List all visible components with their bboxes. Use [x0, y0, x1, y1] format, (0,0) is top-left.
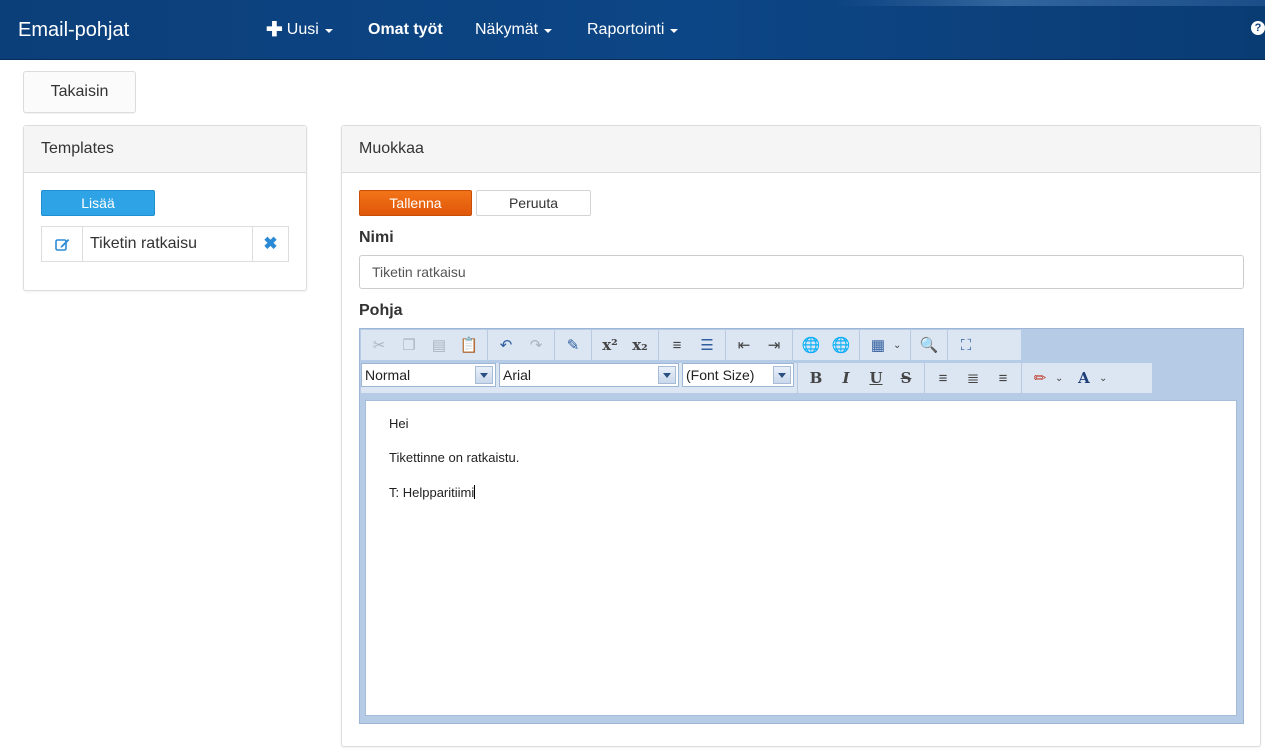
- subscript-icon[interactable]: x₂: [625, 332, 655, 358]
- editor-toolbar-row-1: ✂ ❐ ▤ 📋 ↶ ↷ ✎ x² x₂ ≡ ☰ ⇤ ⇥ 🌐 🌐 ▦ ⌄ 🔍 ⛶: [361, 330, 1021, 360]
- align-center-icon[interactable]: ≣: [958, 365, 988, 391]
- editor-line-last: T: Helpparitiimi: [389, 485, 1213, 500]
- top-navbar: Email-pohjat ✚ Uusi Omat työt Näkymät Ra…: [0, 0, 1265, 60]
- italic-button[interactable]: I: [831, 365, 861, 391]
- format-select-value: Normal: [365, 367, 411, 383]
- nav-my-work-label: Omat työt: [368, 21, 443, 38]
- nav-new-label: Uusi: [286, 21, 319, 38]
- edit-icon: [54, 239, 69, 251]
- templates-panel-title: Templates: [24, 126, 306, 173]
- copy-icon[interactable]: ❐: [394, 332, 424, 358]
- editor-line: Hei: [389, 416, 409, 431]
- nav-views-menu[interactable]: Näkymät: [475, 21, 553, 39]
- edit-panel-title: Muokkaa: [342, 126, 1260, 173]
- templates-panel: Templates Lisää Tiketin ratkaisu ✖: [23, 125, 307, 291]
- font-color-icon[interactable]: A: [1069, 365, 1099, 391]
- dropdown-arrow-icon: [475, 366, 493, 384]
- add-template-button[interactable]: Lisää: [41, 190, 155, 216]
- indent-icon[interactable]: ⇥: [759, 332, 789, 358]
- rich-text-editor: ✂ ❐ ▤ 📋 ↶ ↷ ✎ x² x₂ ≡ ☰ ⇤ ⇥ 🌐 🌐 ▦ ⌄ 🔍 ⛶ …: [359, 328, 1244, 724]
- undo-icon[interactable]: ↶: [491, 332, 521, 358]
- strikethrough-button[interactable]: S: [891, 365, 921, 391]
- editor-toolbar-row-2: Normal Arial (Font Size) B I U S ≡ ≣ ≡ ✏…: [361, 363, 1152, 393]
- fullscreen-icon[interactable]: ⛶: [951, 332, 981, 358]
- editor-line: Tikettinne on ratkaistu.: [389, 450, 520, 465]
- nav-reporting-label: Raportointi: [587, 21, 665, 38]
- name-field[interactable]: [359, 255, 1244, 289]
- navbar-decoration: [835, 0, 1265, 6]
- paste-word-icon[interactable]: 📋: [454, 332, 484, 358]
- ordered-list-icon[interactable]: ≡: [662, 332, 692, 358]
- find-icon[interactable]: 🔍: [914, 332, 944, 358]
- dropdown-arrow-icon: [658, 366, 676, 384]
- font-size-select-value: (Font Size): [686, 367, 755, 383]
- underline-button[interactable]: U: [861, 365, 891, 391]
- paste-icon[interactable]: ▤: [424, 332, 454, 358]
- table-icon[interactable]: ▦: [863, 332, 893, 358]
- format-select[interactable]: Normal: [361, 363, 496, 387]
- unordered-list-icon[interactable]: ☰: [692, 332, 722, 358]
- app-title[interactable]: Email-pohjat: [18, 19, 129, 42]
- edit-panel: Muokkaa Tallenna Peruuta Nimi Pohja ✂ ❐ …: [341, 125, 1261, 747]
- caret-down-icon: [324, 29, 333, 33]
- cut-icon[interactable]: ✂: [364, 332, 394, 358]
- nav-views-label: Näkymät: [475, 21, 539, 38]
- delete-template-button[interactable]: ✖: [252, 227, 288, 261]
- caret-down-icon: [670, 29, 679, 33]
- close-icon: ✖: [263, 234, 278, 253]
- nav-new-menu[interactable]: ✚ Uusi: [266, 19, 333, 41]
- font-select-value: Arial: [503, 367, 532, 383]
- font-size-select[interactable]: (Font Size): [682, 363, 794, 387]
- template-name[interactable]: Tiketin ratkaisu: [83, 227, 252, 261]
- insert-link-icon[interactable]: 🌐: [796, 332, 826, 358]
- cancel-button[interactable]: Peruuta: [476, 190, 591, 216]
- editor-line: T: Helpparitiimi: [389, 485, 475, 500]
- editor-content-area[interactable]: Hei Tikettinne on ratkaistu. T: Helppari…: [365, 400, 1237, 716]
- chevron-down-icon[interactable]: ⌄: [1099, 373, 1113, 384]
- dropdown-arrow-icon: [773, 366, 791, 384]
- caret-down-icon: [544, 29, 553, 33]
- bold-button[interactable]: B: [801, 365, 831, 391]
- align-left-icon[interactable]: ≡: [928, 365, 958, 391]
- redo-icon[interactable]: ↷: [521, 332, 551, 358]
- remove-link-icon[interactable]: 🌐: [826, 332, 856, 358]
- spellcheck-icon[interactable]: ✎: [558, 332, 588, 358]
- chevron-down-icon[interactable]: ⌄: [893, 340, 907, 351]
- name-label: Nimi: [359, 229, 394, 246]
- highlight-icon[interactable]: ✏: [1025, 365, 1055, 391]
- question-icon[interactable]: ?: [1251, 21, 1265, 35]
- nav-my-work[interactable]: Omat työt: [368, 21, 443, 39]
- align-right-icon[interactable]: ≡: [988, 365, 1018, 391]
- chevron-down-icon[interactable]: ⌄: [1055, 373, 1069, 384]
- template-label: Pohja: [359, 302, 403, 319]
- superscript-icon[interactable]: x²: [595, 332, 625, 358]
- text-cursor: [474, 485, 476, 499]
- save-button[interactable]: Tallenna: [359, 190, 472, 216]
- template-row: Tiketin ratkaisu ✖: [41, 226, 289, 262]
- outdent-icon[interactable]: ⇤: [729, 332, 759, 358]
- font-select[interactable]: Arial: [499, 363, 679, 387]
- plus-icon: ✚: [266, 19, 283, 41]
- nav-reporting-menu[interactable]: Raportointi: [587, 21, 679, 39]
- edit-template-button[interactable]: [42, 227, 83, 261]
- back-button[interactable]: Takaisin: [23, 71, 136, 113]
